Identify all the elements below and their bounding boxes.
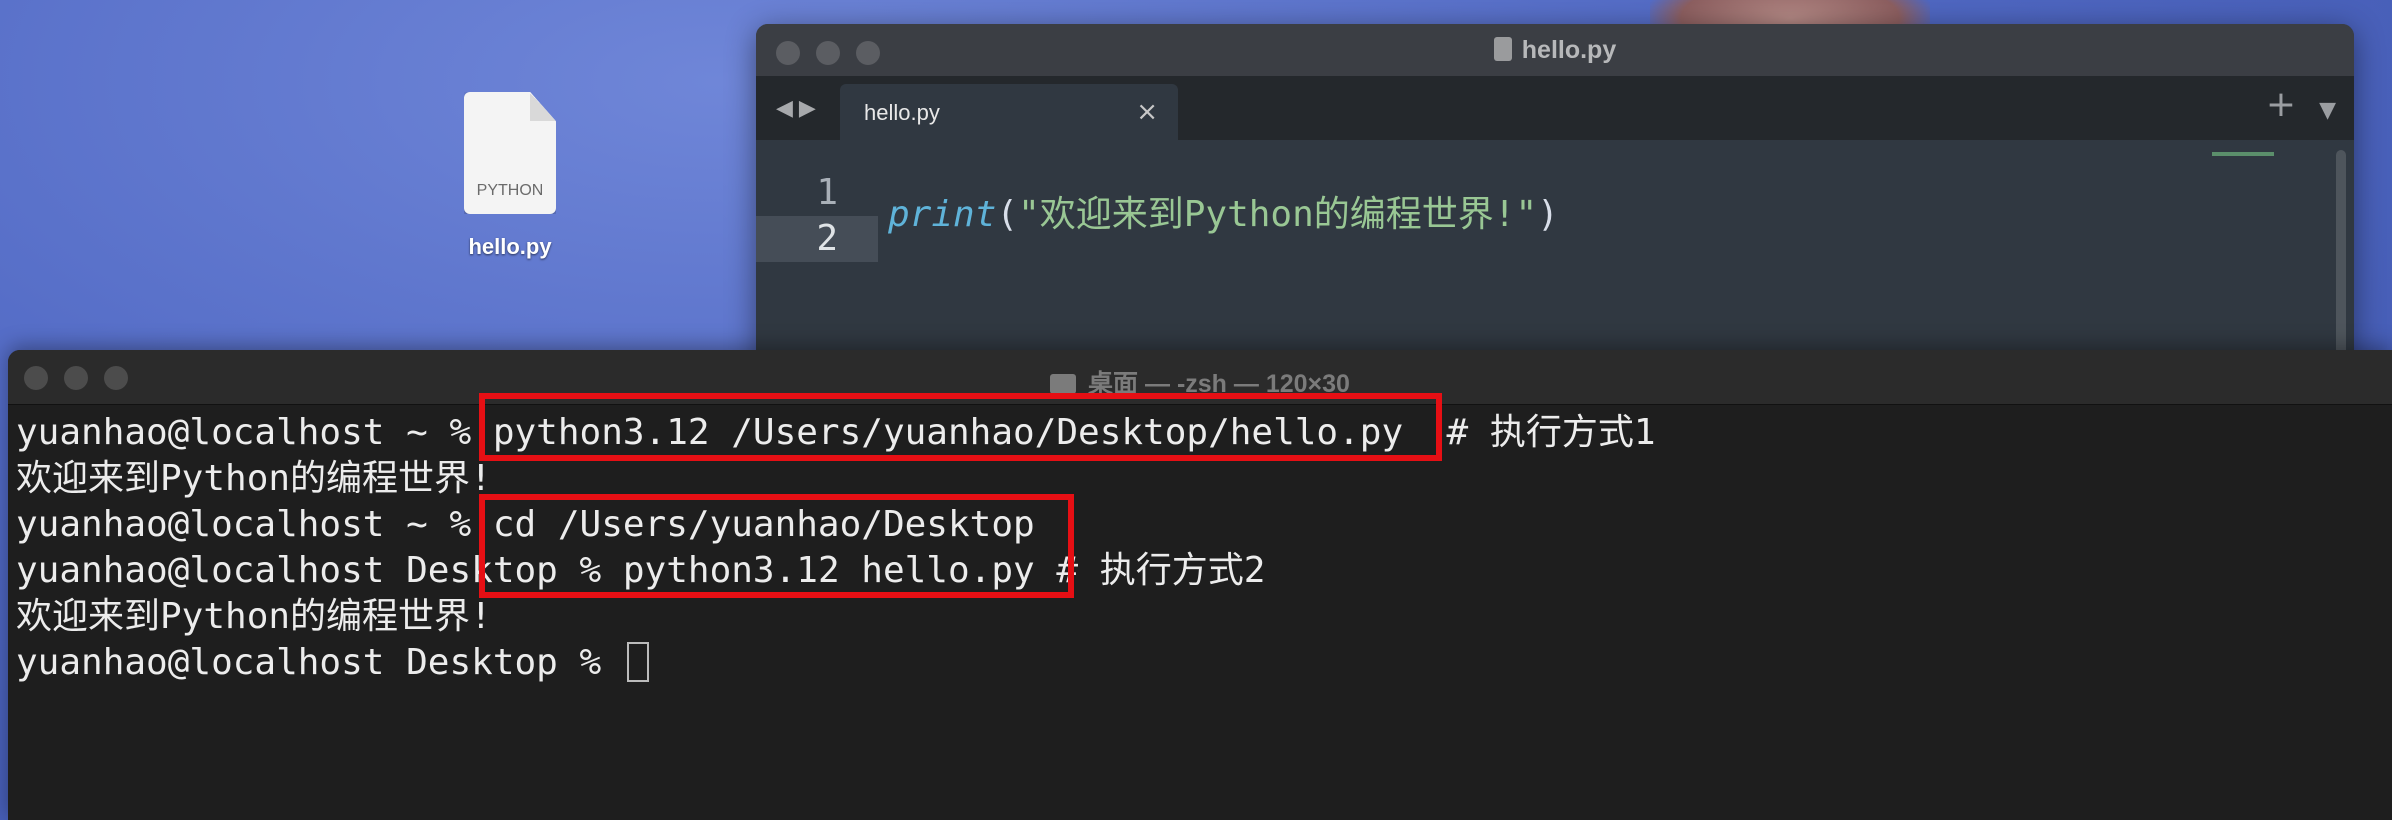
tab-close-icon[interactable]: × <box>1136 97 1158 127</box>
editor-titlebar[interactable]: hello.py <box>756 24 2354 76</box>
tab-hello-py[interactable]: hello.py × <box>840 84 1178 140</box>
program-output: 欢迎来到Python的编程世界! <box>16 458 492 499</box>
open-paren: ( <box>996 194 1019 235</box>
prompt: yuanhao@localhost Desktop % <box>16 642 623 683</box>
code-line-2[interactable]: print("欢迎来到Python的编程世界!") <box>888 192 1559 238</box>
prompt: yuanhao@localhost ~ % <box>16 412 493 453</box>
program-output: 欢迎来到Python的编程世界! <box>16 596 492 637</box>
close-paren: ) <box>1537 194 1559 235</box>
text-cursor <box>626 642 649 682</box>
editor-title-text: hello.py <box>1521 36 1617 64</box>
document-icon <box>1493 37 1512 61</box>
tab-menu-chevron-icon[interactable]: ▼ <box>2319 98 2336 123</box>
terminal-line-6: yuanhao@localhost Desktop % <box>16 640 1656 686</box>
highlight-box-method-2 <box>479 494 1074 598</box>
desktop-file-icon[interactable]: PYTHON hello.py <box>448 92 572 260</box>
file-name-label: hello.py <box>468 234 552 259</box>
tab-nav-arrows-icon[interactable]: ◀▶ <box>776 96 822 121</box>
minimap[interactable] <box>2212 152 2274 156</box>
line-number-1: 1 <box>816 172 838 213</box>
print-keyword: print <box>888 194 997 235</box>
terminal-line-5: 欢迎来到Python的编程世界! <box>16 594 1656 640</box>
prompt: yuanhao@localhost ~ % <box>16 504 493 545</box>
page-fold <box>530 92 556 121</box>
tab-label: hello.py <box>864 100 940 125</box>
editor-tabbar: ◀▶ hello.py × + ▼ <box>756 76 2354 140</box>
file-type-label: PYTHON <box>476 182 544 199</box>
editor-window-title: hello.py <box>756 36 2354 65</box>
folder-icon <box>1050 374 1077 394</box>
line-number-2: 2 <box>756 216 878 262</box>
highlight-box-method-1 <box>479 393 1442 461</box>
editor-scrollbar[interactable] <box>2336 150 2346 384</box>
editor-window: hello.py ◀▶ hello.py × + ▼ 1 2 print("欢迎… <box>756 24 2354 384</box>
new-tab-plus-icon[interactable]: + <box>2266 84 2296 125</box>
string-literal: "欢迎来到Python的编程世界!" <box>1018 194 1538 235</box>
python-file-icon: PYTHON <box>464 92 556 214</box>
